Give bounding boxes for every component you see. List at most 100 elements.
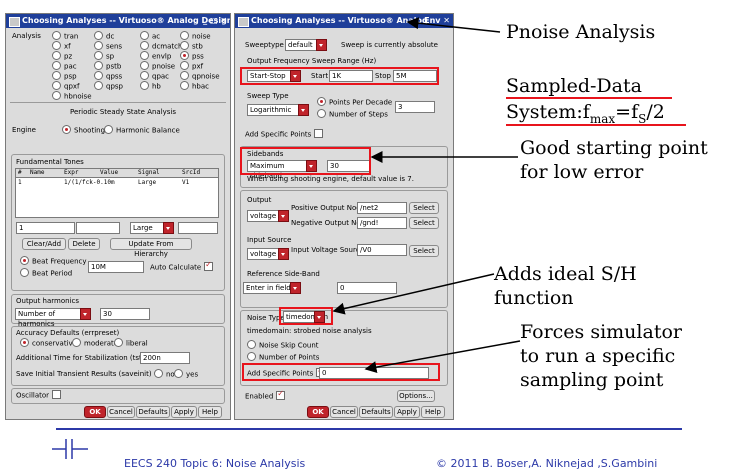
input-type-select[interactable]: voltage bbox=[247, 248, 289, 260]
radio-icon bbox=[72, 338, 81, 347]
radio-icon bbox=[52, 81, 61, 90]
pos-node-field[interactable]: /net2 bbox=[357, 202, 407, 214]
analysis-radio-xf[interactable]: xf bbox=[52, 41, 71, 51]
sweeptype-select[interactable]: default bbox=[285, 39, 327, 51]
tstab-field[interactable]: 200n bbox=[140, 352, 190, 364]
analysis-radio-ac[interactable]: ac bbox=[140, 31, 160, 41]
output-type-select[interactable]: voltage bbox=[247, 210, 289, 222]
analysis-radio-qpss[interactable]: qpss bbox=[94, 71, 122, 81]
noise-skip-count-radio[interactable]: Noise Skip Count bbox=[247, 340, 319, 350]
left-window-titlebar[interactable]: Choosing Analyses -- Virtuoso® Analog De… bbox=[6, 14, 230, 28]
conservative-radio[interactable]: conservative bbox=[20, 338, 77, 348]
update-hierarchy-button[interactable]: Update From Hierarchy bbox=[110, 238, 192, 258]
analysis-radio-sens[interactable]: sens bbox=[94, 41, 122, 51]
analysis-radio-pz[interactable]: pz bbox=[52, 51, 72, 61]
tone-expr-field[interactable] bbox=[76, 222, 120, 234]
analysis-radio-stb[interactable]: stb bbox=[180, 41, 203, 51]
cancel-button[interactable]: Cancel bbox=[107, 406, 135, 418]
cell: 1/(1/fck-0.10m bbox=[64, 179, 115, 186]
analysis-radio-pac[interactable]: pac bbox=[52, 61, 77, 71]
pss-section-title: Periodic Steady State Analysis bbox=[70, 108, 177, 116]
tones-table[interactable]: # Name Expr Value Signal SrcId 1 1/(1/fc… bbox=[15, 168, 219, 218]
radio-icon bbox=[52, 91, 61, 100]
ok-button[interactable]: OK bbox=[84, 406, 106, 418]
analysis-radio-qpxf[interactable]: qpxf bbox=[52, 81, 80, 91]
chevron-down-icon bbox=[316, 39, 327, 51]
window-controls-icon[interactable]: _ □ ✕ bbox=[203, 14, 227, 28]
ok-button[interactable]: OK bbox=[307, 406, 329, 418]
analysis-radio-qpsp[interactable]: qpsp bbox=[94, 81, 123, 91]
analysis-radio-noise[interactable]: noise bbox=[180, 31, 211, 41]
points-per-decade-radio[interactable]: Points Per Decade bbox=[317, 97, 392, 107]
analysis-radio-envlp[interactable]: envlp bbox=[140, 51, 171, 61]
analysis-radio-dcmatch[interactable]: dcmatch bbox=[140, 41, 182, 51]
analysis-radio-dc[interactable]: dc bbox=[94, 31, 114, 41]
radio-icon bbox=[180, 81, 189, 90]
liberal-radio[interactable]: liberal bbox=[114, 338, 148, 348]
analysis-radio-psp[interactable]: psp bbox=[52, 71, 77, 81]
select-button[interactable]: Select bbox=[409, 217, 439, 229]
beat-period-radio[interactable]: Beat Period bbox=[20, 268, 72, 278]
analysis-radio-pnoise[interactable]: pnoise bbox=[140, 61, 175, 71]
select-button[interactable]: Select bbox=[409, 245, 439, 257]
delete-button[interactable]: Delete bbox=[68, 238, 100, 250]
input-source-field[interactable]: /V0 bbox=[357, 244, 407, 256]
window-menu-icon[interactable] bbox=[238, 17, 249, 27]
enabled-checkbox[interactable]: Enabled bbox=[245, 389, 286, 401]
analysis-radio-qpac[interactable]: qpac bbox=[140, 71, 169, 81]
ref-sideband-field[interactable]: 0 bbox=[337, 282, 397, 294]
analysis-radio-hb[interactable]: hb bbox=[140, 81, 161, 91]
radio-icon bbox=[94, 31, 103, 40]
help-button[interactable]: Help bbox=[198, 406, 222, 418]
radio-icon bbox=[317, 109, 326, 118]
neg-node-field[interactable]: /gnd! bbox=[357, 217, 407, 229]
analysis-radio-sp[interactable]: sp bbox=[94, 51, 114, 61]
analysis-radio-hbnoise[interactable]: hbnoise bbox=[52, 91, 92, 101]
sweep-type-select[interactable]: Logarithmic bbox=[247, 104, 309, 116]
moderate-radio[interactable]: moderate bbox=[72, 338, 118, 348]
defaults-button[interactable]: Defaults bbox=[136, 406, 170, 418]
auto-calculate-checkbox[interactable]: Auto Calculate bbox=[150, 260, 214, 272]
radio-icon bbox=[62, 125, 71, 134]
analysis-radio-pxf[interactable]: pxf bbox=[180, 61, 203, 71]
right-window-titlebar[interactable]: Choosing Analyses -- Virtuoso® Analog En… bbox=[235, 14, 453, 28]
beat-value-field[interactable]: 10M bbox=[88, 261, 144, 273]
saveinit-no-radio[interactable]: no bbox=[154, 369, 175, 379]
chevron-down-icon bbox=[163, 222, 174, 234]
options-button[interactable]: Options... bbox=[397, 390, 435, 402]
col-header: Signal bbox=[138, 169, 160, 176]
clear-add-button[interactable]: Clear/Add bbox=[22, 238, 66, 250]
analysis-radio-hbac[interactable]: hbac bbox=[180, 81, 209, 91]
select-button[interactable]: Select bbox=[409, 202, 439, 214]
signal-select[interactable]: Large bbox=[130, 222, 174, 234]
saveinit-yes-radio[interactable]: yes bbox=[174, 369, 198, 379]
analysis-radio-pss[interactable]: pss bbox=[180, 51, 204, 61]
oscillator-checkbox[interactable]: Oscillator bbox=[16, 390, 62, 400]
beat-frequency-radio[interactable]: Beat Frequency bbox=[20, 256, 87, 266]
table-row[interactable]: 1 1/(1/fck-0.10m Large V1 bbox=[16, 178, 218, 187]
add-specific-points-checkbox[interactable]: Add Specific Points bbox=[245, 129, 324, 139]
apply-button[interactable]: Apply bbox=[171, 406, 197, 418]
help-button[interactable]: Help bbox=[421, 406, 445, 418]
tone-index-field[interactable]: 1 bbox=[16, 222, 75, 234]
analysis-radio-qpnoise[interactable]: qpnoise bbox=[180, 71, 220, 81]
radio-icon bbox=[52, 41, 61, 50]
harmonics-select[interactable]: Number of harmonics bbox=[15, 308, 91, 328]
engine-hb-radio[interactable]: Harmonic Balance bbox=[104, 125, 180, 135]
analysis-radio-tran[interactable]: tran bbox=[52, 31, 78, 41]
analysis-radio-pstb[interactable]: pstb bbox=[94, 61, 121, 71]
harmonics-field[interactable]: 30 bbox=[100, 308, 150, 320]
apply-button[interactable]: Apply bbox=[394, 406, 420, 418]
defaults-button[interactable]: Defaults bbox=[359, 406, 393, 418]
cancel-button[interactable]: Cancel bbox=[330, 406, 358, 418]
window-menu-icon[interactable] bbox=[9, 17, 20, 27]
window-controls-icon[interactable]: Env ✕ bbox=[424, 14, 450, 28]
number-of-points-radio[interactable]: Number of Points bbox=[247, 352, 319, 362]
cell: Large bbox=[138, 179, 157, 186]
engine-shooting-radio[interactable]: Shooting bbox=[62, 125, 105, 135]
points-field[interactable]: 3 bbox=[395, 101, 435, 113]
col-header: # bbox=[18, 169, 22, 176]
ref-sideband-select[interactable]: Enter in field bbox=[243, 282, 301, 294]
number-of-steps-radio[interactable]: Number of Steps bbox=[317, 109, 388, 119]
srcid-field[interactable] bbox=[178, 222, 218, 234]
